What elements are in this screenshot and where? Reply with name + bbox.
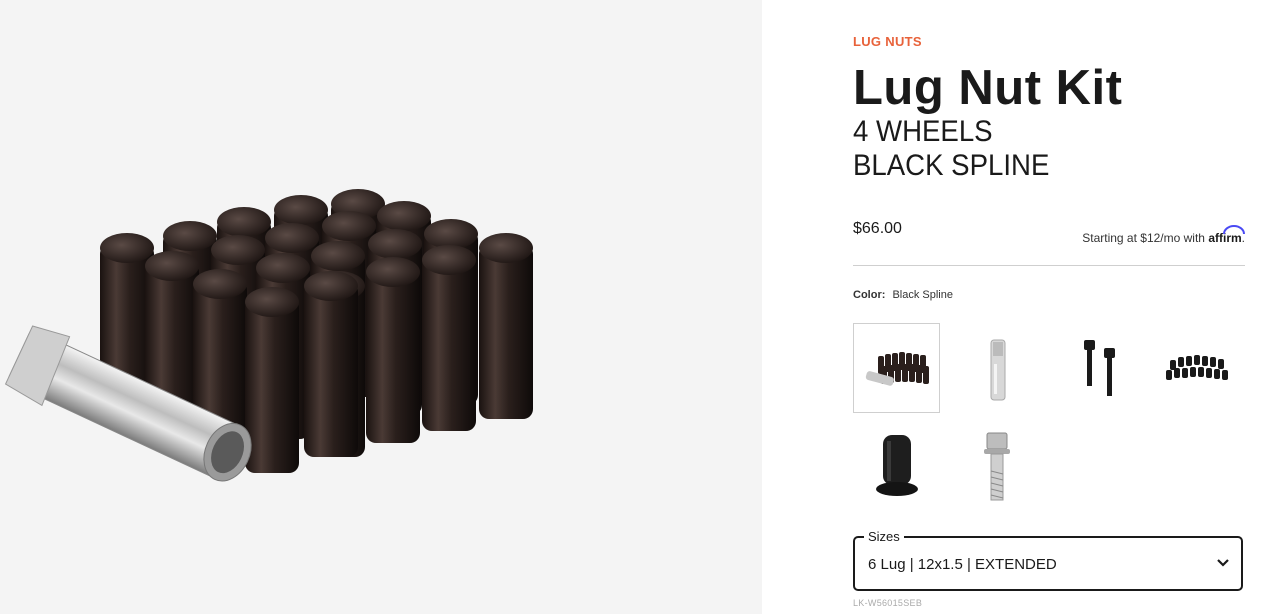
color-label: Color: xyxy=(853,289,886,301)
color-value: Black Spline xyxy=(892,289,953,301)
sizes-label: Sizes xyxy=(864,529,904,544)
lug-nut-cap xyxy=(256,253,310,283)
lug-nut-cap xyxy=(322,211,376,241)
lug-nut-cap xyxy=(163,221,217,251)
lug-nut-cap xyxy=(265,223,319,253)
product-subtitle-line2: BLACK SPLINE xyxy=(853,149,1050,182)
affirm-logo[interactable]: affirm xyxy=(1208,225,1246,245)
lug-nut-cap xyxy=(245,287,299,317)
socket-key-icon xyxy=(990,339,1006,401)
affirm-arc-icon xyxy=(1223,225,1246,235)
lug-nut-cap xyxy=(377,201,431,231)
chevron-down-icon xyxy=(1217,559,1229,567)
lug-nut-cap xyxy=(145,251,199,281)
product-info: LUG NUTS Lug Nut Kit 4 WHEELS BLACK SPLI… xyxy=(853,0,1246,614)
lug-nut xyxy=(304,282,358,457)
lug-nut-cap xyxy=(100,233,154,263)
lug-nut-cap xyxy=(422,245,476,275)
lug-nut-kit-photo xyxy=(4,189,533,482)
product-price: $66.00 xyxy=(853,220,902,237)
lug-nut-cap xyxy=(366,257,420,287)
lug-nut xyxy=(422,256,476,431)
lug-nut xyxy=(366,268,420,443)
product-subtitle-line1: 4 WHEELS xyxy=(853,115,993,148)
product-sku: LK-W56015SEB xyxy=(853,598,923,608)
lug-nut-cap xyxy=(424,219,478,249)
affirm-financing[interactable]: Starting at $12/mo with affirm. xyxy=(1082,225,1246,245)
lug-nut-cap xyxy=(368,229,422,259)
lug-nut-set-black-icon xyxy=(1166,355,1228,380)
single-lug-nut-black-icon xyxy=(876,435,918,496)
sizes-selected-value: 6 Lug | 12x1.5 | EXTENDED xyxy=(868,556,1057,573)
color-selection: Color: Black Spline xyxy=(853,289,953,301)
lug-nut-cap xyxy=(211,235,265,265)
product-image[interactable] xyxy=(0,0,762,614)
product-category[interactable]: LUG NUTS xyxy=(853,34,922,49)
lug-nut-cap xyxy=(479,233,533,263)
swatch-lug-nut-kit[interactable] xyxy=(853,323,940,413)
lug-nut-cap xyxy=(304,271,358,301)
swatch-single-lug-bolt[interactable] xyxy=(953,418,1040,508)
swatch-lug-nut-set[interactable] xyxy=(1153,323,1240,413)
financing-text: Starting at $12/mo with xyxy=(1082,231,1205,245)
lug-nut-cap xyxy=(193,269,247,299)
lug-nut xyxy=(245,298,299,473)
product-title: Lug Nut Kit xyxy=(853,61,1123,115)
single-lug-bolt-chrome-icon xyxy=(984,432,1010,501)
lug-nut xyxy=(479,244,533,419)
lug-bolts-black-icon xyxy=(1084,340,1115,396)
divider xyxy=(853,265,1245,266)
swatch-lug-bolts[interactable] xyxy=(1053,323,1140,413)
lug-nut-cap xyxy=(274,195,328,225)
lug-nut-cap xyxy=(217,207,271,237)
swatch-socket-key[interactable] xyxy=(953,323,1040,413)
swatch-single-lug-nut[interactable] xyxy=(853,418,940,508)
lug-nut-kit-black-icon xyxy=(865,352,929,386)
lug-nut-cap xyxy=(311,241,365,271)
sizes-select[interactable]: Sizes 6 Lug | 12x1.5 | EXTENDED xyxy=(853,529,1243,591)
